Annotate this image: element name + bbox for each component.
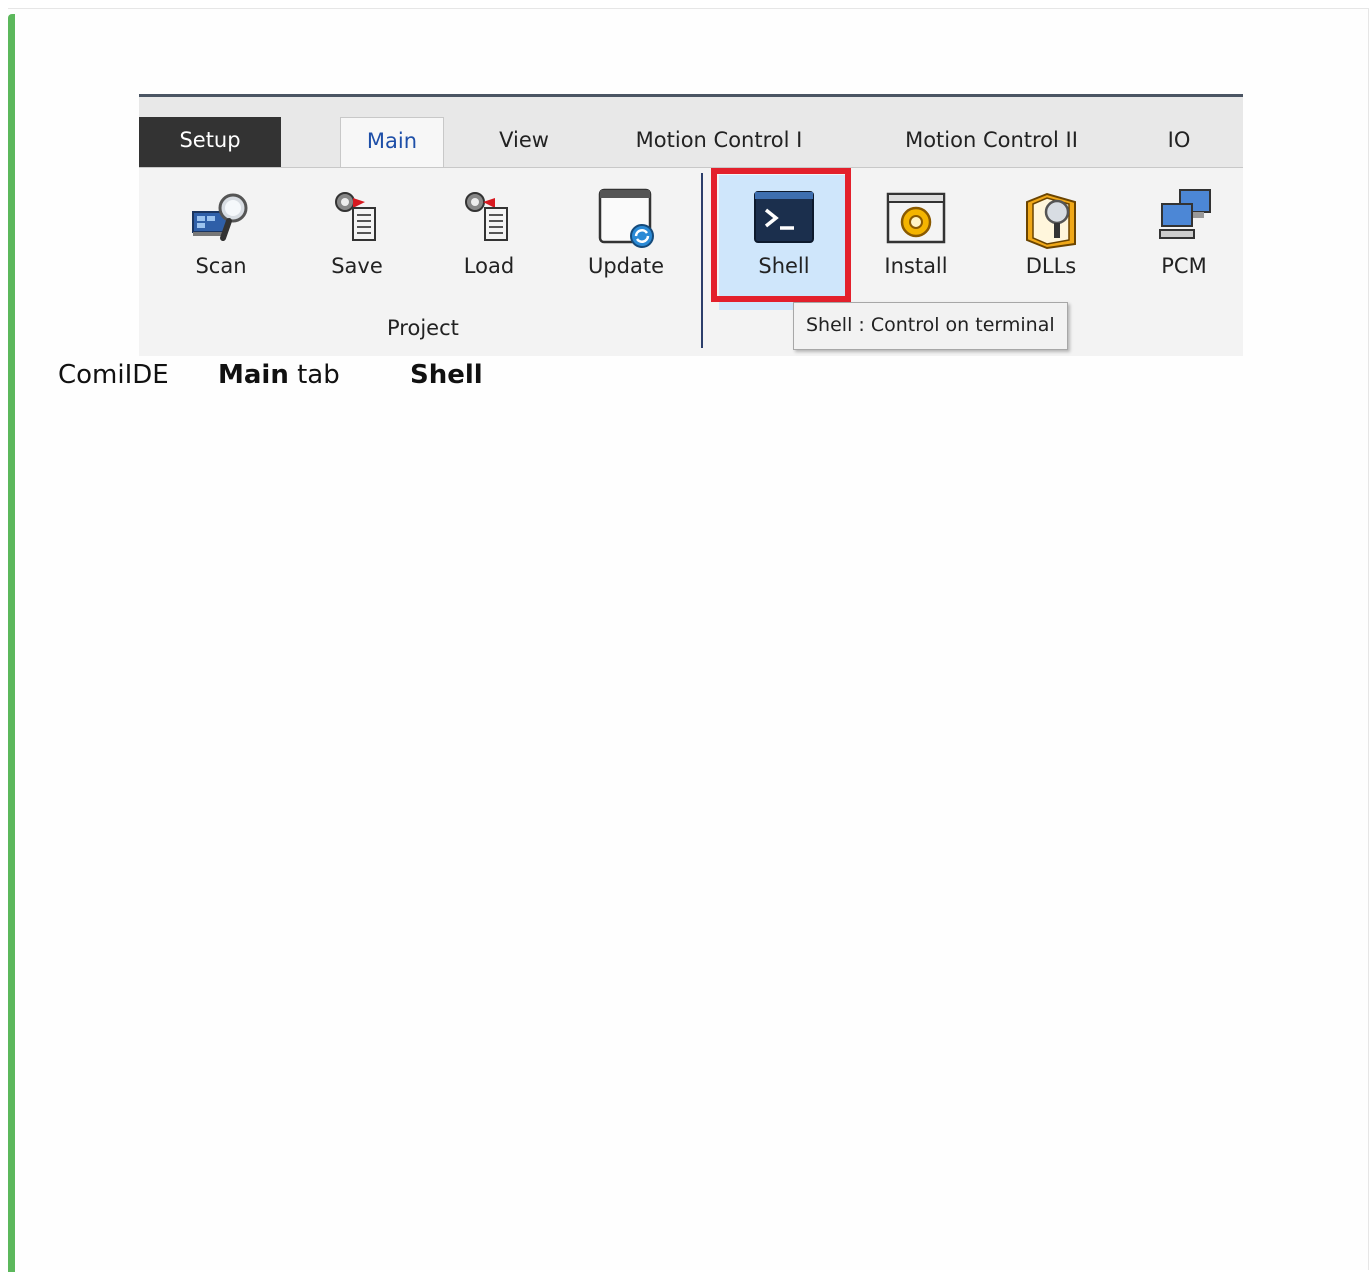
tab-motion-control-2[interactable]: Motion Control II [884,117,1099,167]
save-button[interactable]: Save [302,188,412,284]
dlls-label: DLLs [1025,254,1077,278]
save-label: Save [331,254,383,278]
caption-app-name: ComiIDE [58,360,169,390]
shell-tooltip: Shell : Control on terminal [793,302,1068,350]
install-label: Install [884,254,948,278]
install-gear-icon [886,192,946,244]
update-window-icon [598,188,654,248]
network-computers-icon [1159,189,1211,239]
scan-button[interactable]: Scan [166,188,276,284]
tab-setup[interactable]: Setup [139,117,281,167]
tab-io[interactable]: IO [1149,117,1209,167]
caption-button: Shell [410,360,483,390]
install-button[interactable]: Install [861,188,971,284]
tab-view[interactable]: View [474,117,574,167]
caption-tab: Main tab [218,360,340,390]
tab-main[interactable]: Main [340,117,444,170]
scan-magnifier-icon [192,193,248,241]
project-group-label: Project [387,316,459,340]
ribbon-screenshot: Setup Main View Motion Control I Motion … [139,94,1243,356]
save-gear-doc-icon [335,192,376,241]
dll-book-icon [1026,192,1076,250]
update-button[interactable]: Update [571,188,681,284]
load-label: Load [463,254,515,278]
caption-tab-word: tab [297,360,340,390]
scan-label: Scan [195,254,247,278]
load-gear-doc-icon [465,192,508,241]
shell-highlight-frame [711,168,851,302]
accent-bar [8,14,15,1272]
pcm-label: PCM [1161,254,1207,278]
caption-tab-name: Main [218,360,289,390]
pcm-button[interactable]: PCM [1129,188,1239,284]
update-label: Update [587,254,665,278]
caption-button-name: Shell [410,360,483,390]
load-button[interactable]: Load [434,188,544,284]
group-separator [701,173,703,348]
ribbon-body: Scan Save Load Update Shell Install DLLs… [139,167,1243,356]
tab-motion-control-1[interactable]: Motion Control I [619,117,819,167]
dlls-button[interactable]: DLLs [996,188,1106,284]
ribbon-tab-bar: Setup Main View Motion Control I Motion … [139,97,1243,170]
